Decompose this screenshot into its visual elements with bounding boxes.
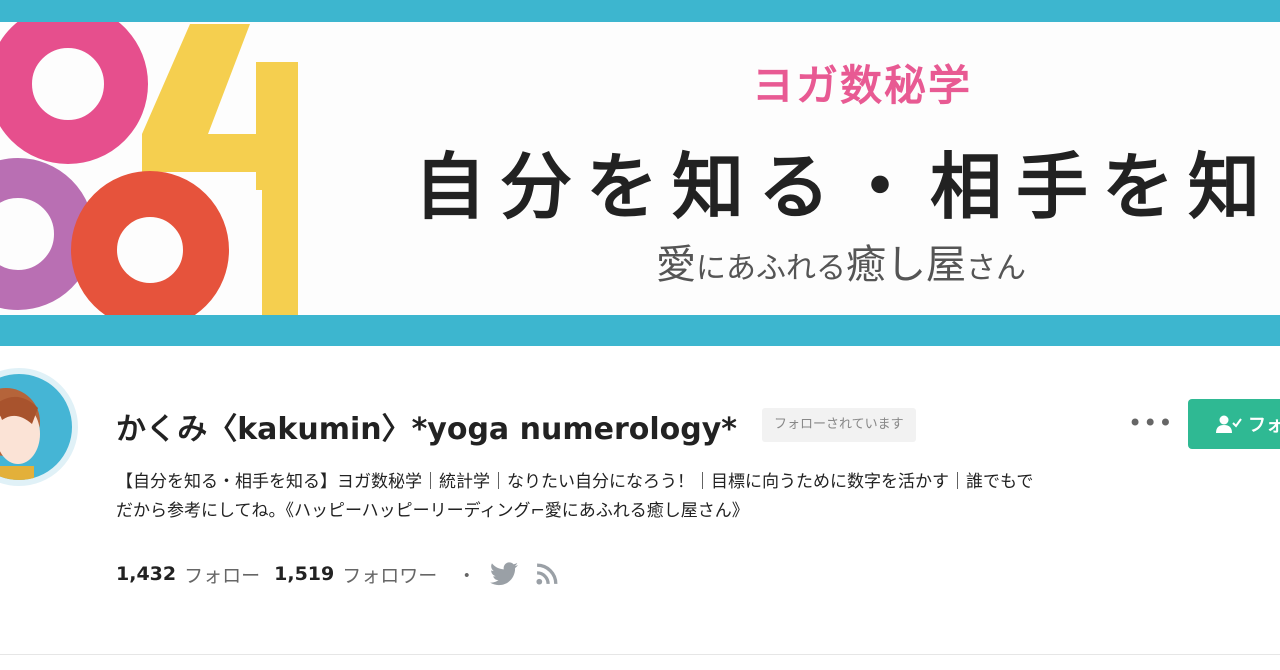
twitter-icon[interactable] (490, 562, 519, 586)
tagline-part-2: にあふれる (696, 251, 846, 286)
profile-stats: 1,432 フォロー 1,519 フォロワー ・ (116, 560, 576, 588)
bio-line-2: だから参考にしてね。《ハッピーハッピーリーディング⌐愛にあふれる癒し屋さん》 (116, 501, 749, 521)
follow-button[interactable]: フォ (1188, 399, 1280, 449)
following-label[interactable]: フォロー (184, 561, 260, 588)
stats-separator: ・ (457, 564, 477, 587)
rss-icon[interactable] (536, 563, 558, 585)
header-banner: ヨガ数秘学 自分を知る・相手を知 愛にあふれる癒し屋さん (0, 0, 1280, 346)
tagline-part-4: さん (966, 251, 1026, 286)
section-divider (0, 654, 1280, 655)
following-count[interactable]: 1,432 (116, 563, 176, 585)
banner-tagline: 愛にあふれる癒し屋さん (656, 232, 1026, 290)
follow-button-label: フォ (1248, 415, 1280, 436)
art-yellow-bar (262, 190, 298, 315)
avatar-illustration (0, 388, 40, 480)
tagline-part-3: 癒し屋 (846, 242, 966, 288)
avatar[interactable] (0, 368, 78, 486)
tagline-part-1: 愛 (656, 242, 696, 288)
art-pink-ring (0, 22, 148, 164)
followers-label[interactable]: フォロワー (342, 561, 437, 588)
banner-panel: ヨガ数秘学 自分を知る・相手を知 愛にあふれる癒し屋さん (0, 22, 1280, 315)
profile-name: かくみ〈kakumin〉*yoga numerology* (116, 412, 737, 447)
banner-number-art (0, 22, 298, 315)
bio-line-1: 【自分を知る・相手を知る】ヨガ数秘学｜統計学｜なりたい自分になろう！｜目標に向う… (116, 472, 1034, 492)
banner-subtitle: ヨガ数秘学 (752, 61, 973, 110)
art-yellow-four (142, 24, 298, 190)
art-purple-shape (0, 158, 94, 310)
more-dots-icon[interactable]: ••• (1128, 410, 1173, 436)
follows-you-badge: フォローされています (762, 408, 916, 442)
profile-bio: 【自分を知る・相手を知る】ヨガ数秘学｜統計学｜なりたい自分になろう！｜目標に向う… (116, 468, 1280, 526)
followers-count[interactable]: 1,519 (274, 563, 334, 585)
banner-title: 自分を知る・相手を知 (414, 145, 1275, 229)
art-orange-ring (71, 171, 229, 315)
user-check-icon (1216, 415, 1242, 433)
